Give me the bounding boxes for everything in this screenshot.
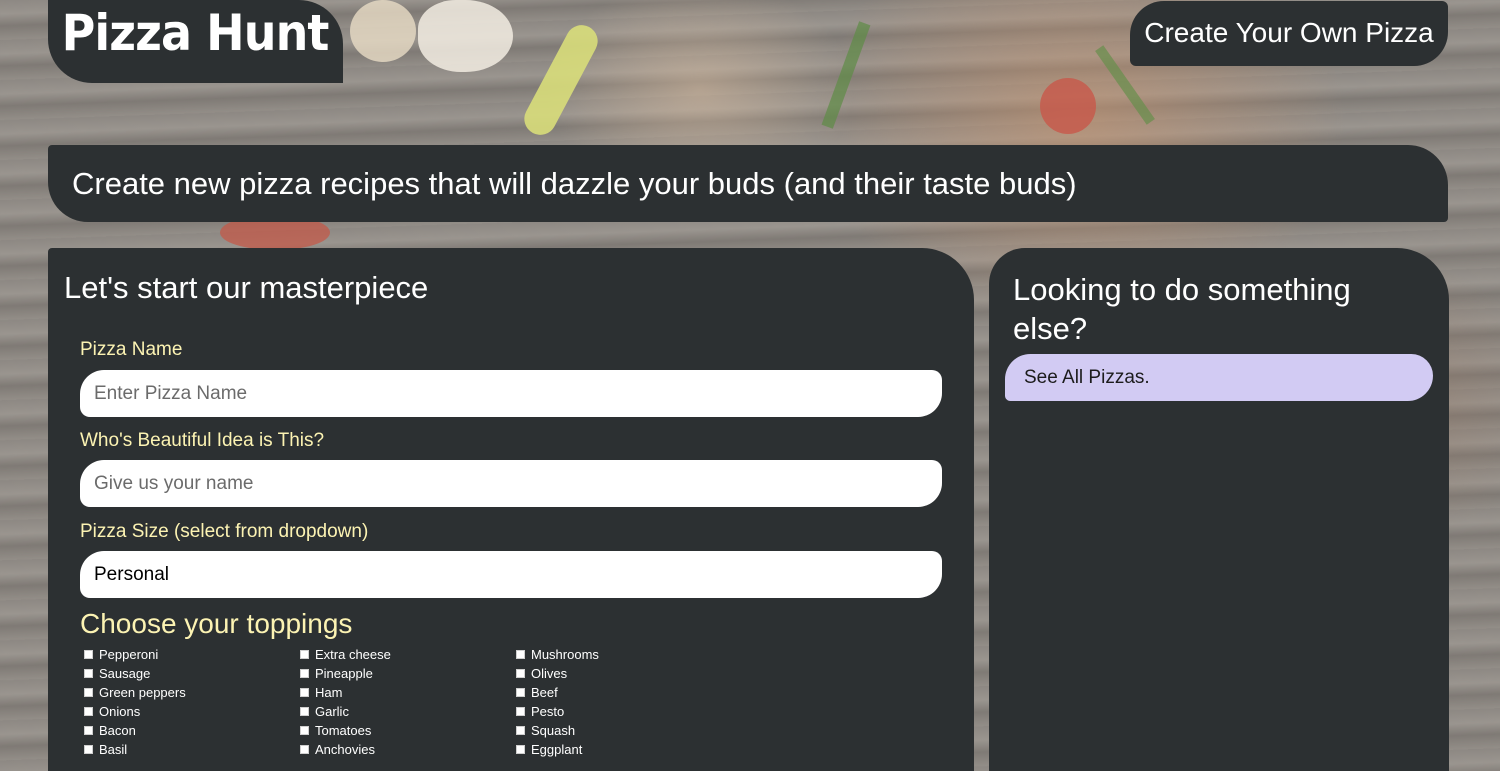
topping-option[interactable]: Sausage	[84, 664, 186, 683]
topping-checkbox[interactable]	[516, 669, 525, 678]
topping-label: Beef	[531, 685, 558, 700]
topping-option[interactable]: Onions	[84, 702, 186, 721]
pizza-size-value: Personal	[94, 563, 169, 585]
topping-label: Basil	[99, 742, 128, 757]
topping-option[interactable]: Mushrooms	[516, 645, 599, 664]
topping-option[interactable]: Tomatoes	[300, 721, 391, 740]
topping-option[interactable]: Anchovies	[300, 740, 391, 759]
topping-label: Mushrooms	[531, 647, 599, 662]
background-garlic	[350, 0, 416, 62]
topping-checkbox[interactable]	[300, 726, 309, 735]
pizza-name-input[interactable]	[80, 370, 942, 417]
topping-checkbox[interactable]	[300, 707, 309, 716]
topping-label: Squash	[531, 723, 576, 738]
side-panel: Looking to do something else? See All Pi…	[989, 248, 1449, 771]
topping-option[interactable]: Garlic	[300, 702, 391, 721]
tagline-text: Create new pizza recipes that will dazzl…	[72, 165, 1077, 201]
topping-option[interactable]: Beef	[516, 683, 599, 702]
topping-option[interactable]: Pesto	[516, 702, 599, 721]
toppings-column: Mushrooms Olives Beef Pesto Squash Eggpl…	[516, 645, 599, 759]
topping-label: Olives	[531, 666, 568, 681]
topping-label: Garlic	[315, 704, 349, 719]
tagline-banner: Create new pizza recipes that will dazzl…	[48, 145, 1448, 222]
topping-label: Eggplant	[531, 742, 583, 757]
background-garlic	[418, 0, 513, 72]
creator-name-input[interactable]	[80, 460, 942, 507]
topping-label: Onions	[99, 704, 141, 719]
topping-label: Anchovies	[315, 742, 375, 757]
toppings-column: Extra cheese Pineapple Ham Garlic Tomato…	[300, 645, 391, 759]
pizza-size-select[interactable]: Personal	[80, 551, 942, 598]
see-all-pizzas-link[interactable]: See All Pizzas.	[1005, 354, 1433, 401]
background-arugula	[821, 21, 871, 129]
side-title: Looking to do something else?	[1013, 272, 1351, 346]
topping-checkbox[interactable]	[516, 688, 525, 697]
topping-checkbox[interactable]	[300, 650, 309, 659]
toppings-column: Pepperoni Sausage Green peppers Onions B…	[84, 645, 186, 759]
topping-label: Green peppers	[99, 685, 186, 700]
topping-label: Sausage	[99, 666, 151, 681]
toppings-title: Choose your toppings	[80, 608, 353, 639]
topping-option[interactable]: Basil	[84, 740, 186, 759]
topping-label: Bacon	[99, 723, 136, 738]
pizza-name-label: Pizza Name	[80, 339, 183, 360]
topping-checkbox[interactable]	[84, 688, 93, 697]
topping-label: Ham	[315, 685, 343, 700]
topping-option[interactable]: Bacon	[84, 721, 186, 740]
topping-checkbox[interactable]	[84, 650, 93, 659]
topping-checkbox[interactable]	[516, 707, 525, 716]
topping-option[interactable]: Pepperoni	[84, 645, 186, 664]
create-pizza-button[interactable]: Create Your Own Pizza	[1130, 1, 1448, 66]
topping-checkbox[interactable]	[84, 745, 93, 754]
topping-option[interactable]: Extra cheese	[300, 645, 391, 664]
topping-option[interactable]: Ham	[300, 683, 391, 702]
topping-checkbox[interactable]	[84, 726, 93, 735]
topping-checkbox[interactable]	[84, 707, 93, 716]
pizza-size-label: Pizza Size (select from dropdown)	[80, 521, 369, 542]
topping-option[interactable]: Eggplant	[516, 740, 599, 759]
form-title: Let's start our masterpiece	[64, 270, 429, 305]
topping-checkbox[interactable]	[516, 650, 525, 659]
topping-checkbox[interactable]	[300, 745, 309, 754]
topping-checkbox[interactable]	[516, 745, 525, 754]
topping-option[interactable]: Squash	[516, 721, 599, 740]
topping-option[interactable]: Pineapple	[300, 664, 391, 683]
logo-link[interactable]: Pizza Hunt	[48, 0, 343, 83]
pizza-form: Let's start our masterpiece Pizza Name W…	[48, 248, 974, 771]
creator-label: Who's Beautiful Idea is This?	[80, 430, 325, 451]
topping-checkbox[interactable]	[300, 669, 309, 678]
topping-label: Pepperoni	[99, 647, 159, 662]
topping-label: Extra cheese	[315, 647, 391, 662]
background-pepper	[518, 19, 604, 141]
topping-checkbox[interactable]	[300, 688, 309, 697]
topping-label: Pineapple	[315, 666, 373, 681]
topping-checkbox[interactable]	[516, 726, 525, 735]
topping-option[interactable]: Olives	[516, 664, 599, 683]
topping-label: Tomatoes	[315, 723, 372, 738]
background-tomato	[1040, 78, 1096, 134]
logo-text: Pizza Hunt	[62, 3, 330, 62]
topping-option[interactable]: Green peppers	[84, 683, 186, 702]
topping-label: Pesto	[531, 704, 565, 719]
topping-checkbox[interactable]	[84, 669, 93, 678]
